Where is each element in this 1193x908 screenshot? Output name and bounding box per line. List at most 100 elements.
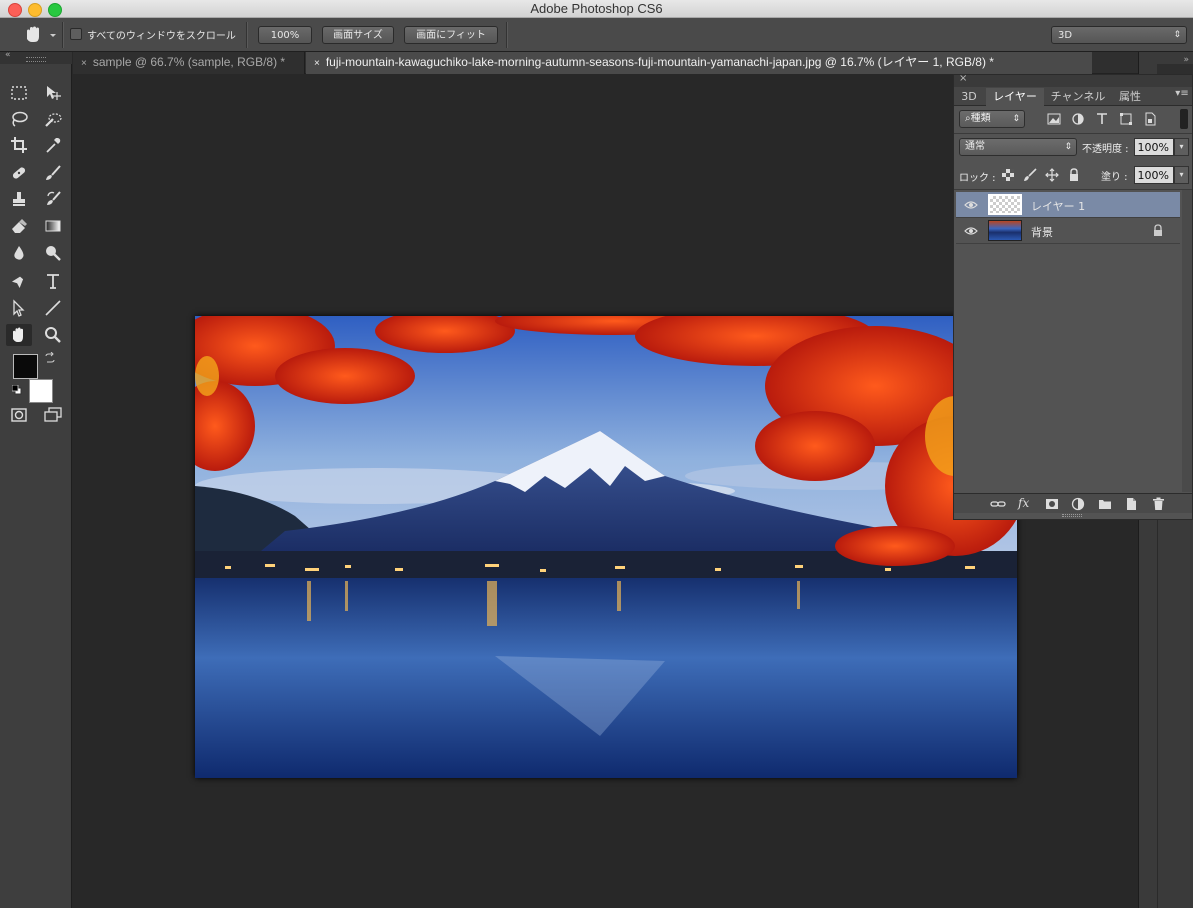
link-icon[interactable] bbox=[990, 498, 1006, 510]
filter-smart-objects-button[interactable] bbox=[1142, 112, 1158, 126]
type-t-icon bbox=[1097, 113, 1107, 124]
opacity-input[interactable]: 100% bbox=[1134, 138, 1174, 156]
eye-icon[interactable] bbox=[964, 224, 978, 238]
fill-slider-button[interactable]: ▾ bbox=[1174, 166, 1189, 184]
lasso-tool[interactable] bbox=[6, 108, 32, 130]
document-tab-fuji[interactable]: × fuji-mountain-kawaguchiko-lake-morning-… bbox=[306, 52, 1092, 74]
updown-chevron-icon: ⇕ bbox=[1173, 30, 1181, 40]
layers-panel: × 3D レイヤー チャンネル 属性 ▾≡ ⌕種類 ⇕ 通常 ⇕ 不透明度 : … bbox=[953, 73, 1193, 520]
layer-thumbnail[interactable] bbox=[988, 220, 1022, 241]
layer-thumbnail[interactable] bbox=[988, 194, 1022, 215]
lock-icon bbox=[1154, 224, 1162, 236]
scroll-all-windows-checkbox[interactable] bbox=[70, 28, 82, 40]
hand-tool[interactable] bbox=[6, 324, 32, 346]
fx-icon[interactable]: fx bbox=[1018, 496, 1029, 510]
tab-channels[interactable]: チャンネル bbox=[1046, 88, 1110, 106]
move-cross-icon bbox=[1045, 168, 1059, 182]
new-layer-icon[interactable] bbox=[1125, 497, 1138, 511]
background-color-swatch[interactable] bbox=[29, 379, 53, 403]
tools-panel-header[interactable]: « bbox=[0, 50, 72, 64]
document-image[interactable] bbox=[195, 316, 1017, 778]
adjustment-circle-icon[interactable] bbox=[1071, 497, 1085, 511]
layer-name[interactable]: レイヤー 1 bbox=[1031, 198, 1085, 214]
panel-menu-button[interactable]: ▾≡ bbox=[1174, 88, 1190, 104]
path-selection-tool[interactable] bbox=[6, 297, 32, 319]
tab-layers[interactable]: レイヤー bbox=[986, 88, 1044, 106]
eyedropper-tool[interactable] bbox=[40, 134, 66, 156]
zoom-tool[interactable] bbox=[40, 324, 66, 346]
rectangular-marquee-tool[interactable] bbox=[6, 82, 32, 104]
dock-grip[interactable] bbox=[1157, 64, 1193, 74]
layers-bottom-bar: fx bbox=[954, 493, 1192, 513]
filter-shape-layers-button[interactable] bbox=[1118, 112, 1134, 126]
tab-3d[interactable]: 3D bbox=[956, 88, 982, 106]
updown-chevron-icon: ⇕ bbox=[1012, 114, 1020, 124]
quick-mask-button[interactable] bbox=[6, 404, 32, 426]
quick-selection-tool[interactable] bbox=[40, 108, 66, 130]
filter-pixel-layers-button[interactable] bbox=[1046, 112, 1062, 126]
clone-stamp-tool[interactable] bbox=[6, 188, 32, 210]
lock-icon bbox=[1070, 168, 1078, 181]
gradient-tool[interactable] bbox=[40, 215, 66, 237]
lasso-icon bbox=[12, 111, 28, 127]
screen-mode-button[interactable] bbox=[40, 404, 66, 426]
layers-scrollbar[interactable] bbox=[1182, 190, 1192, 492]
eye-icon[interactable] bbox=[964, 198, 978, 212]
tools-panel: « bbox=[0, 50, 72, 908]
close-panel-icon[interactable]: × bbox=[959, 73, 967, 84]
default-colors-button[interactable] bbox=[11, 384, 22, 395]
layer-row-background[interactable]: 背景 bbox=[956, 218, 1180, 244]
type-t-icon bbox=[47, 274, 59, 289]
move-tool[interactable] bbox=[40, 82, 66, 104]
opacity-slider-button[interactable]: ▾ bbox=[1174, 138, 1189, 156]
history-brush-tool[interactable] bbox=[40, 188, 66, 210]
panel-resize-grip[interactable] bbox=[1062, 514, 1082, 517]
close-tab-icon[interactable]: × bbox=[314, 58, 320, 69]
folder-icon[interactable] bbox=[1098, 498, 1112, 510]
smart-object-icon bbox=[1145, 112, 1156, 126]
lock-image-pixels-button[interactable] bbox=[1023, 168, 1037, 182]
fit-screen-size-button[interactable]: 画面サイズ bbox=[322, 26, 394, 44]
trash-icon[interactable] bbox=[1152, 497, 1165, 511]
pen-tool[interactable] bbox=[6, 270, 32, 292]
workspace-select[interactable]: 3D ⇕ bbox=[1051, 26, 1187, 44]
layer-mask-icon[interactable] bbox=[1045, 498, 1059, 510]
line-tool[interactable] bbox=[40, 297, 66, 319]
filter-kind-select[interactable]: ⌕種類 ⇕ bbox=[959, 110, 1025, 128]
brush-tool[interactable] bbox=[40, 162, 66, 184]
bandage-icon bbox=[12, 167, 26, 179]
tool-preset-picker[interactable] bbox=[22, 25, 60, 45]
close-tab-icon[interactable]: × bbox=[81, 58, 87, 69]
layer-name[interactable]: 背景 bbox=[1031, 224, 1053, 240]
blend-mode-select[interactable]: 通常 ⇕ bbox=[959, 138, 1077, 156]
dodge-tool[interactable] bbox=[40, 242, 66, 264]
document-tab-sample[interactable]: × sample @ 66.7% (sample, RGB/8) * bbox=[73, 52, 305, 74]
fit-on-screen-button[interactable]: 画面にフィット bbox=[404, 26, 498, 44]
swap-colors-button[interactable] bbox=[44, 351, 56, 364]
filter-toggle-switch[interactable] bbox=[1180, 109, 1188, 129]
crop-tool[interactable] bbox=[6, 134, 32, 156]
eraser-tool[interactable] bbox=[6, 215, 32, 237]
type-tool[interactable] bbox=[40, 270, 66, 292]
filter-type-layers-button[interactable] bbox=[1094, 112, 1110, 126]
zoom-100-button[interactable]: 100% bbox=[258, 26, 312, 44]
brush-icon bbox=[1024, 168, 1037, 181]
chevron-down-icon: ▾ bbox=[1179, 170, 1184, 179]
tab-label: sample @ 66.7% (sample, RGB/8) * bbox=[92, 55, 286, 69]
lock-transparent-pixels-button[interactable] bbox=[1002, 169, 1014, 181]
filter-adjustment-layers-button[interactable] bbox=[1070, 112, 1086, 126]
swap-arrows-icon bbox=[45, 351, 55, 363]
foreground-color-swatch[interactable] bbox=[13, 354, 38, 379]
lock-position-button[interactable] bbox=[1045, 168, 1059, 182]
layer-row-layer1[interactable]: レイヤー 1 bbox=[956, 192, 1180, 218]
blend-mode-value: 通常 bbox=[965, 141, 985, 152]
spot-healing-brush-tool[interactable] bbox=[6, 162, 32, 184]
tab-properties[interactable]: 属性 bbox=[1114, 88, 1146, 106]
layers-panel-header[interactable]: × bbox=[954, 73, 1192, 87]
grip-icon bbox=[26, 57, 46, 62]
blur-tool[interactable] bbox=[6, 242, 32, 264]
fill-input[interactable]: 100% bbox=[1134, 166, 1174, 184]
brush-icon bbox=[46, 165, 61, 180]
lock-all-button[interactable] bbox=[1067, 168, 1081, 182]
drop-icon bbox=[14, 246, 24, 260]
